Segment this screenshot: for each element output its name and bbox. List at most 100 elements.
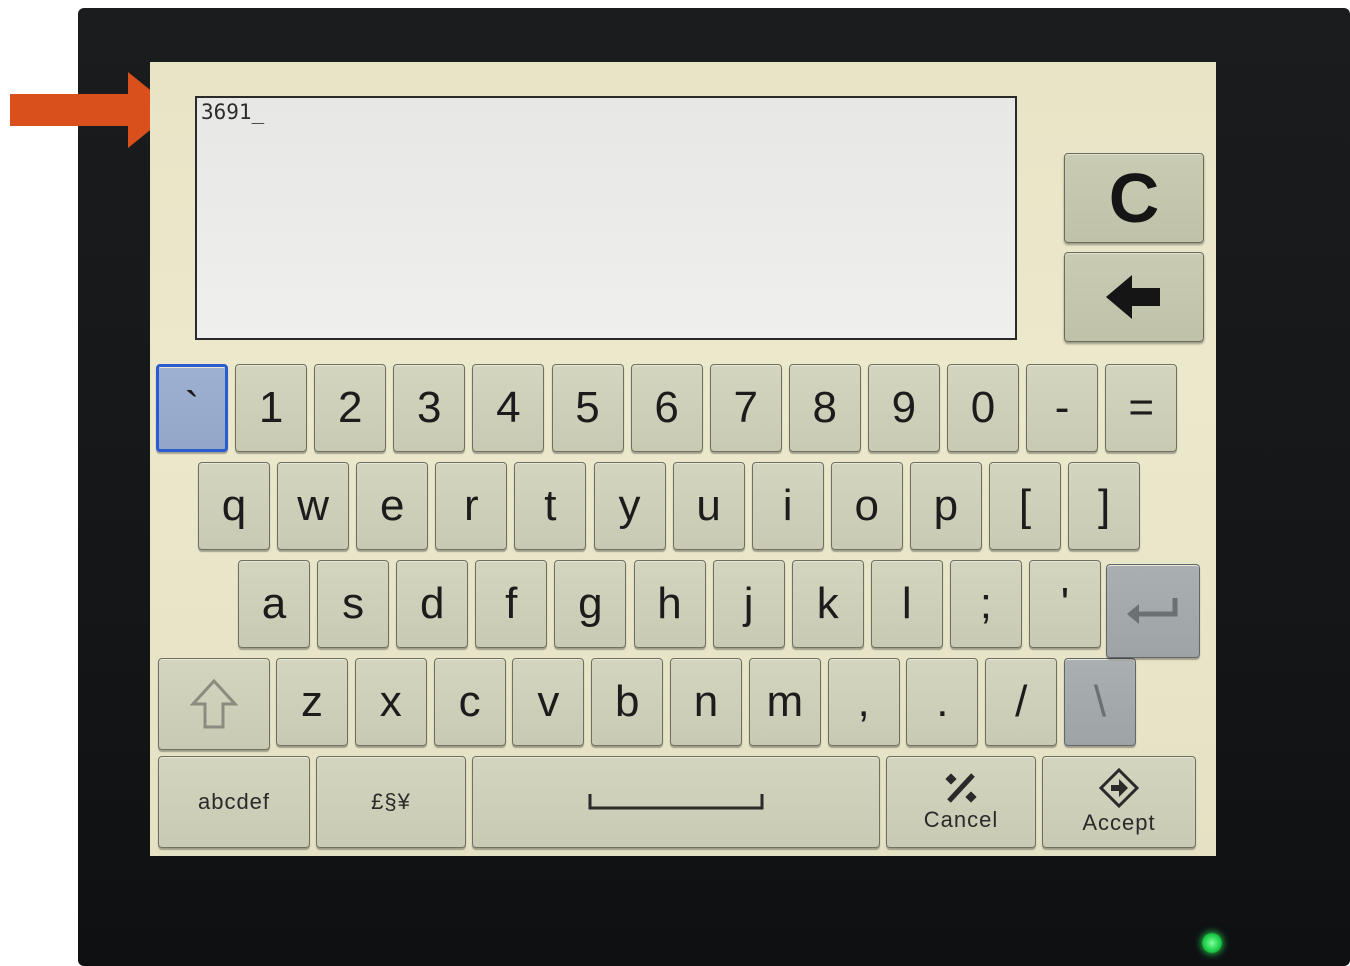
key-label: -: [1054, 383, 1070, 432]
key-row1-0[interactable]: `: [156, 364, 228, 452]
key-row1-11[interactable]: -: [1026, 364, 1099, 452]
key-label: l: [901, 579, 912, 628]
key-label: [: [1018, 481, 1032, 530]
abc-mode-label: abcdef: [197, 789, 271, 814]
shift-up-arrow-icon: [190, 678, 238, 729]
accept-button[interactable]: Accept: [1042, 756, 1196, 848]
key-label: g: [578, 579, 603, 628]
key-label: n: [693, 677, 719, 726]
key-row4-7[interactable]: ,: [827, 658, 900, 746]
key-label: a: [261, 579, 287, 628]
key-row3-8[interactable]: l: [870, 560, 943, 648]
key-label: `: [184, 383, 200, 432]
key-row4-0[interactable]: z: [276, 658, 348, 746]
key-row4-1[interactable]: x: [354, 658, 427, 746]
key-label: =: [1128, 383, 1155, 432]
key-label: i: [782, 481, 793, 530]
key-label: x: [379, 677, 402, 726]
key-row4-8[interactable]: .: [906, 658, 979, 746]
key-row1-3[interactable]: 3: [393, 364, 466, 452]
key-row2-5[interactable]: y: [593, 462, 666, 550]
key-label: q: [221, 481, 247, 530]
key-label: ]: [1097, 481, 1111, 530]
key-label: u: [696, 481, 721, 530]
key-row2-1[interactable]: w: [277, 462, 350, 550]
key-label: 1: [258, 383, 284, 432]
key-label: 5: [575, 383, 600, 432]
cancel-button[interactable]: Cancel: [886, 756, 1036, 848]
key-row3-6[interactable]: j: [712, 560, 785, 648]
key-row4-6[interactable]: m: [748, 658, 821, 746]
key-row2-4[interactable]: t: [514, 462, 587, 550]
key-label: e: [379, 481, 405, 530]
key-row2-0[interactable]: q: [198, 462, 270, 550]
key-row1-4[interactable]: 4: [472, 364, 545, 452]
enter-key[interactable]: [1106, 564, 1200, 658]
symbols-mode-label: £§¥: [371, 789, 411, 814]
key-row4-3[interactable]: v: [512, 658, 585, 746]
key-row1-10[interactable]: 0: [947, 364, 1019, 452]
key-row4-9[interactable]: /: [985, 658, 1058, 746]
key-label: m: [766, 677, 804, 726]
key-row3-3[interactable]: f: [475, 560, 548, 648]
key-row2-9[interactable]: p: [909, 462, 982, 550]
key-label: 6: [654, 383, 679, 432]
key-row1-2[interactable]: 2: [314, 364, 387, 452]
key-label: ,: [857, 677, 870, 726]
clear-label: C: [1108, 159, 1160, 237]
key-row1-5[interactable]: 5: [551, 364, 624, 452]
key-row2-6[interactable]: u: [672, 462, 745, 550]
touch-screen: 3691_ C ` 1 2 3 4 5 6 7 8 9 0 - = q w e r t y u i o p [] a s d f g…: [150, 62, 1216, 856]
key-label: 2: [337, 383, 363, 432]
key-row3-4[interactable]: g: [554, 560, 627, 648]
key-row4-5[interactable]: n: [670, 658, 742, 746]
abc-mode-button[interactable]: abcdef: [158, 756, 310, 848]
key-row3-5[interactable]: h: [633, 560, 706, 648]
key-row2-8[interactable]: o: [830, 462, 903, 550]
diamond-arrow-icon: [1099, 768, 1139, 808]
shift-key[interactable]: [158, 658, 270, 750]
symbols-mode-button[interactable]: £§¥: [316, 756, 466, 848]
key-label: 3: [417, 383, 442, 432]
input-value: 3691_: [201, 100, 265, 124]
key-label: 4: [496, 383, 521, 432]
key-row1-12[interactable]: =: [1105, 364, 1178, 452]
text-input-display[interactable]: 3691_: [195, 96, 1017, 340]
key-row2-7[interactable]: i: [751, 462, 824, 550]
backspace-button[interactable]: [1064, 252, 1204, 342]
key-row1-6[interactable]: 6: [630, 364, 703, 452]
key-row3-1[interactable]: s: [317, 560, 390, 648]
key-row3-0[interactable]: a: [238, 560, 310, 648]
key-row4-2[interactable]: c: [433, 658, 506, 746]
key-row3-2[interactable]: d: [396, 560, 469, 648]
enter-icon: [1127, 598, 1178, 624]
key-row2-3[interactable]: r: [435, 462, 508, 550]
key-row1-7[interactable]: 7: [709, 364, 782, 452]
key-label: p: [933, 481, 959, 530]
key-row1-1[interactable]: 1: [235, 364, 308, 452]
key-row3-7[interactable]: k: [791, 560, 864, 648]
key-label: /: [1015, 677, 1028, 726]
key-label: j: [743, 579, 754, 628]
percent-slash-icon: [945, 773, 977, 803]
key-row4-4[interactable]: b: [591, 658, 664, 746]
key-label: d: [419, 579, 445, 628]
key-row4-10[interactable]: \: [1064, 658, 1136, 746]
key-row2-10[interactable]: [: [989, 462, 1061, 550]
key-label: r: [463, 481, 479, 530]
key-row1-8[interactable]: 8: [788, 364, 861, 452]
key-row3-9[interactable]: ;: [949, 560, 1022, 648]
key-label: ;: [979, 579, 992, 628]
key-label: \: [1093, 677, 1107, 726]
clear-button[interactable]: C: [1064, 153, 1204, 243]
space-bar[interactable]: [472, 756, 880, 848]
key-label: t: [544, 481, 557, 530]
key-row2-11[interactable]: ]: [1068, 462, 1141, 550]
key-row3-10[interactable]: ': [1029, 560, 1101, 648]
key-row1-9[interactable]: 9: [867, 364, 940, 452]
key-label: ': [1060, 579, 1070, 628]
key-label: 8: [812, 383, 838, 432]
key-label: y: [618, 481, 641, 530]
key-row2-2[interactable]: e: [356, 462, 429, 550]
key-label: z: [301, 677, 323, 726]
